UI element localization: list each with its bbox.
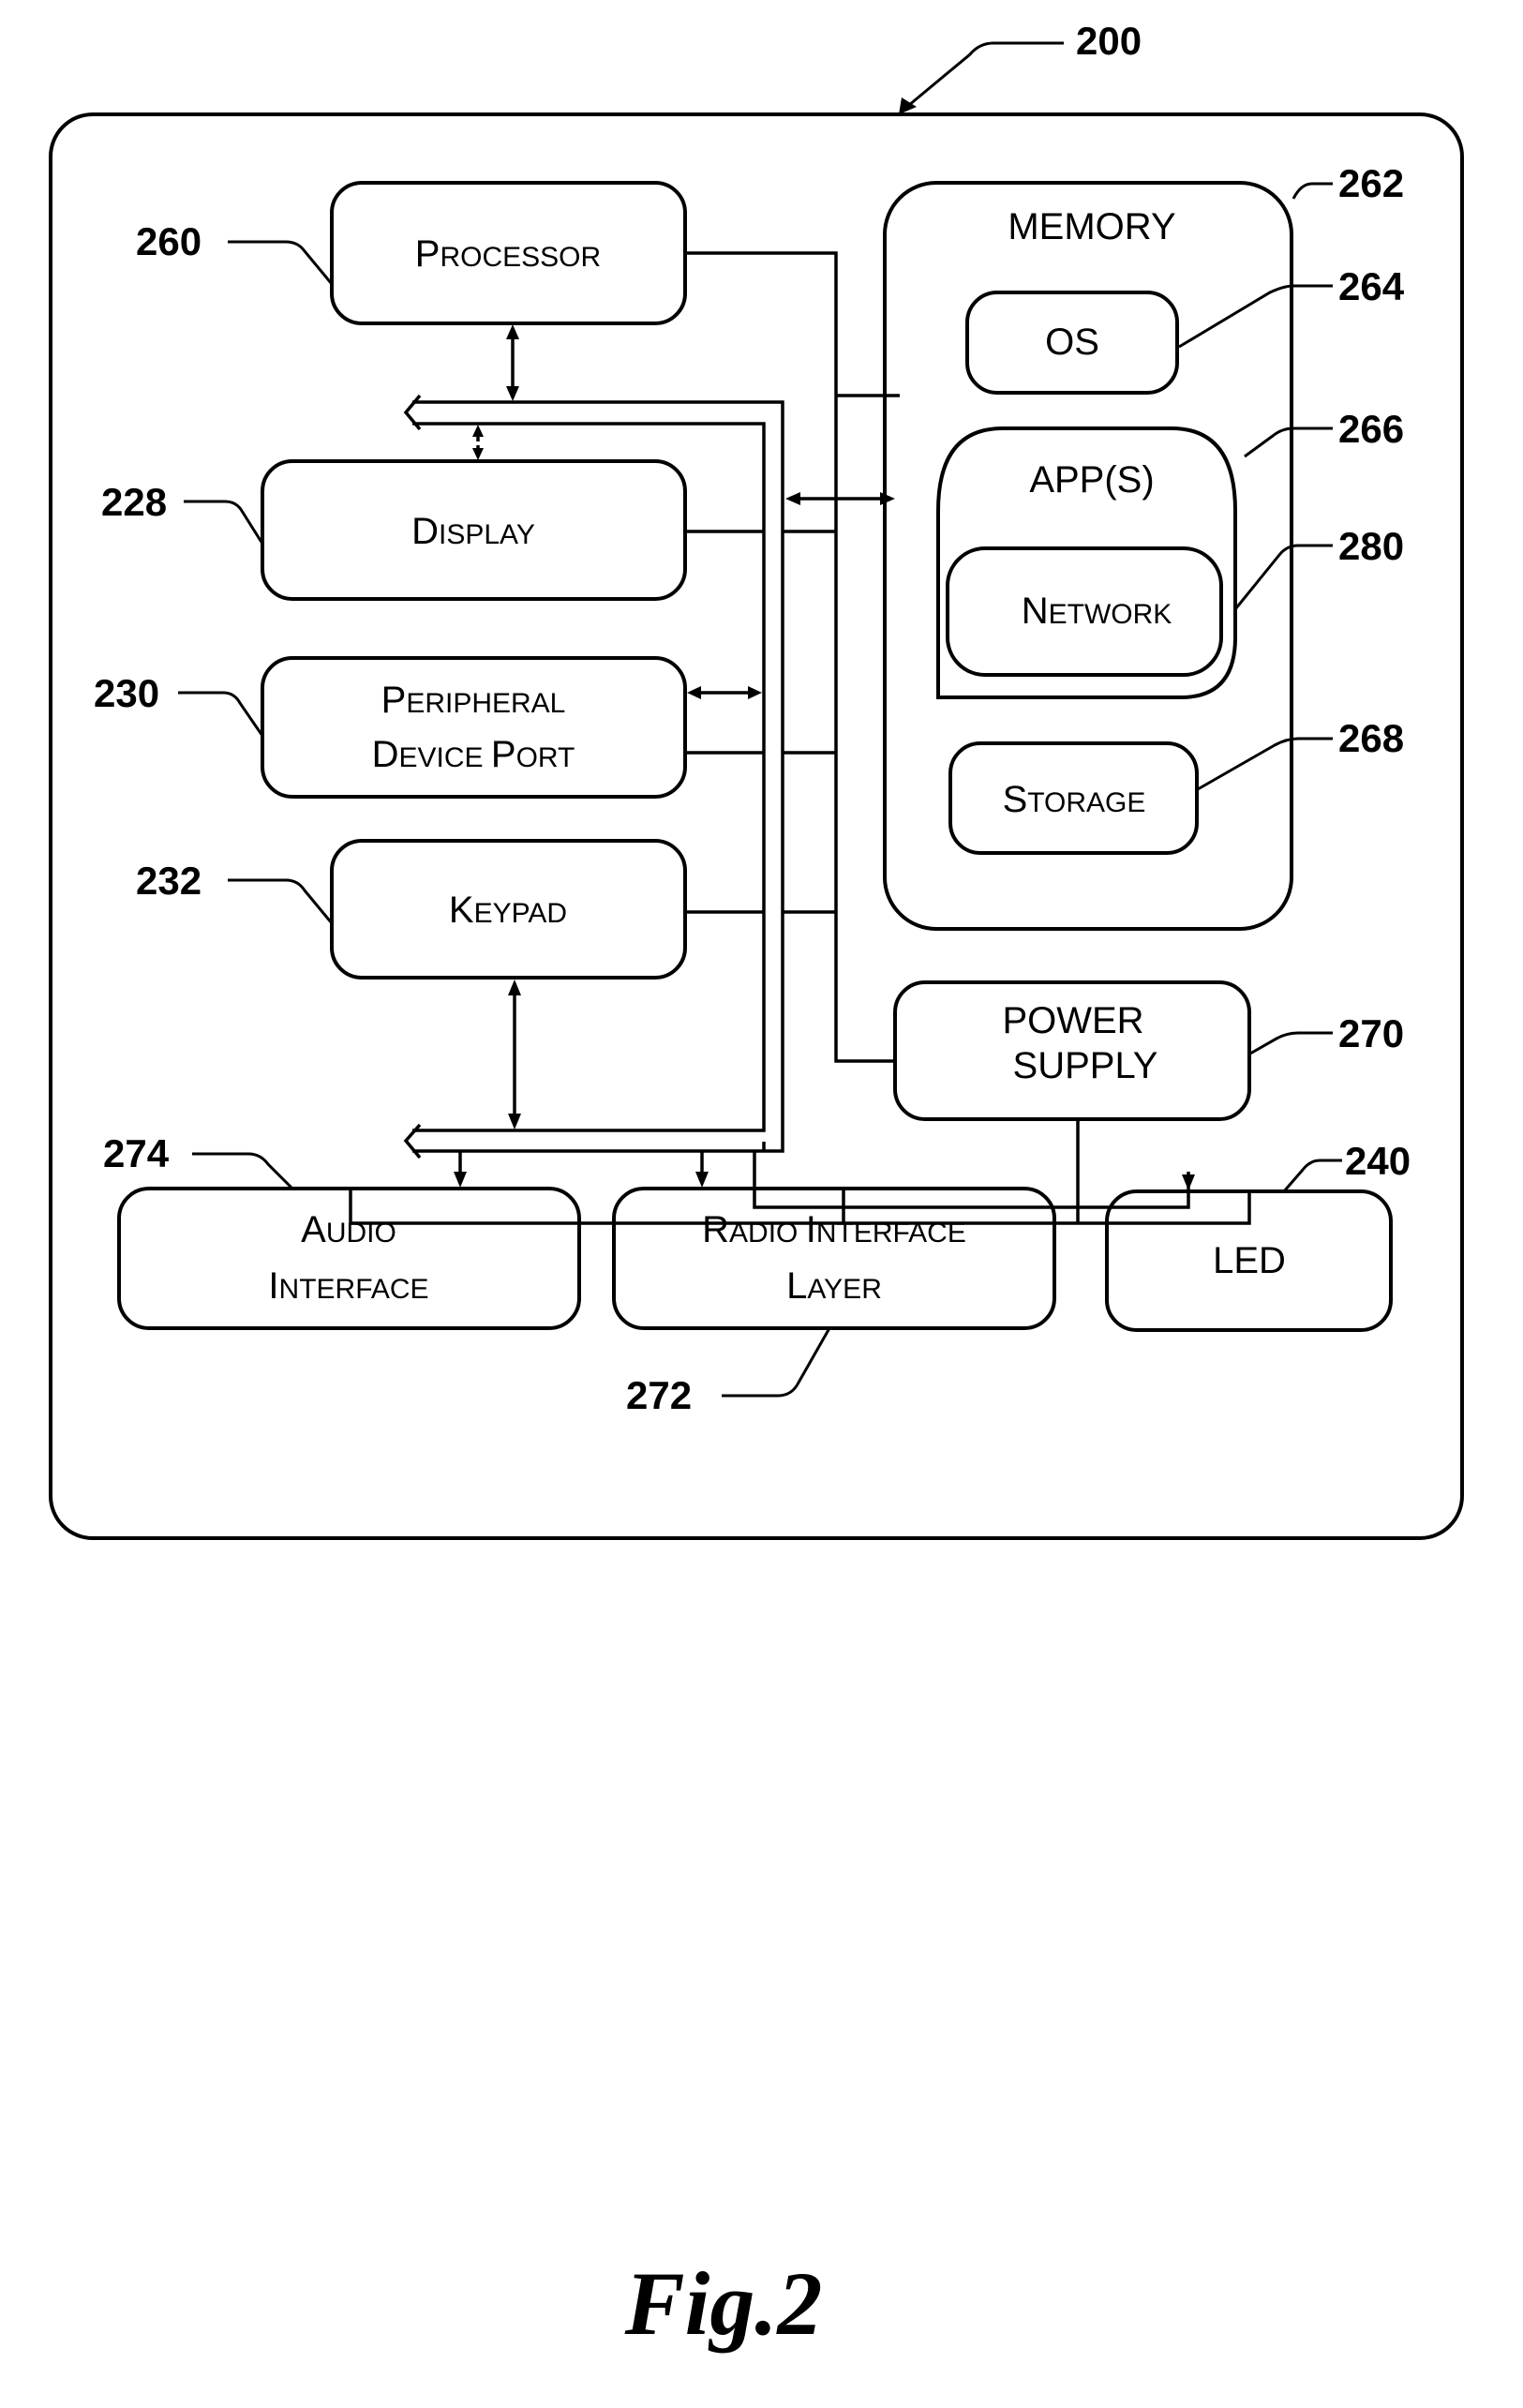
radio-label-line2: LAYER bbox=[786, 1265, 882, 1307]
display-label: DISPLAY bbox=[411, 511, 535, 552]
peripheral-label-line2: DEVICE PORT bbox=[372, 734, 575, 775]
ref-230: 230 bbox=[94, 671, 159, 715]
peripheral-device-port-block: PERIPHERAL DEVICE PORT bbox=[261, 656, 687, 799]
ref-264-leader bbox=[1178, 284, 1333, 349]
display-block: DISPLAY bbox=[261, 459, 687, 601]
ref-228: 228 bbox=[101, 480, 167, 524]
ref-274-leader bbox=[192, 1152, 294, 1190]
os-block: OS bbox=[965, 291, 1179, 395]
peripheral-box bbox=[261, 656, 687, 799]
power-supply-label-line1: POWER bbox=[1002, 1000, 1143, 1041]
ref-200-leader bbox=[908, 41, 1064, 107]
ref-260-leader bbox=[228, 240, 334, 285]
ref-280: 280 bbox=[1338, 524, 1404, 568]
os-label: OS bbox=[1045, 322, 1099, 363]
processor-block: PROCESSOR bbox=[330, 181, 687, 325]
keypad-bus-arrow bbox=[508, 980, 521, 1129]
display-bus-arrow bbox=[472, 425, 484, 460]
keypad-block: KEYPAD bbox=[330, 839, 687, 980]
device-outline bbox=[49, 112, 1464, 1540]
processor-label: PROCESSOR bbox=[415, 233, 601, 275]
radio-interface-layer-block: RADIO INTERFACE LAYER bbox=[612, 1187, 1056, 1330]
ref-264: 264 bbox=[1338, 264, 1405, 308]
ref-262-leader bbox=[1292, 182, 1333, 200]
bus-to-radio-arrow bbox=[695, 1151, 709, 1188]
storage-block: STORAGE bbox=[948, 741, 1199, 855]
block-diagram: 200 PROCESSOR 260 DISPLAY 228 PERIPHERAL… bbox=[49, 19, 1464, 2354]
radio-label-line1: RADIO INTERFACE bbox=[702, 1209, 966, 1250]
bus-to-audio-arrow bbox=[454, 1151, 467, 1188]
ref-268-leader bbox=[1197, 737, 1333, 791]
processor-power-line bbox=[685, 251, 895, 1063]
network-block: NETWORK bbox=[946, 546, 1223, 677]
ref-232-leader bbox=[228, 878, 334, 924]
peripheral-bus-arrow bbox=[687, 686, 762, 699]
network-label: NETWORK bbox=[1022, 591, 1172, 632]
ref-262: 262 bbox=[1338, 161, 1404, 205]
power-supply-block: POWER SUPPLY bbox=[893, 980, 1251, 1121]
ref-272: 272 bbox=[626, 1373, 692, 1417]
apps-label: APP(S) bbox=[1029, 459, 1154, 501]
keypad-label: KEYPAD bbox=[449, 890, 567, 931]
bus-outer-line bbox=[412, 400, 784, 1153]
memory-label: MEMORY bbox=[1008, 206, 1175, 247]
storage-label: STORAGE bbox=[1003, 779, 1146, 820]
figure-caption: Fig.2 bbox=[624, 2253, 823, 2354]
apps-block: APP(S) bbox=[936, 426, 1237, 699]
ref-274: 274 bbox=[103, 1131, 170, 1175]
ref-200: 200 bbox=[1076, 19, 1142, 63]
ref-270: 270 bbox=[1338, 1011, 1404, 1055]
ref-232: 232 bbox=[136, 859, 202, 903]
ref-240-leader bbox=[1282, 1159, 1342, 1192]
audio-label-line1: AUDIO bbox=[301, 1209, 396, 1250]
led-label: LED bbox=[1213, 1240, 1286, 1281]
ref-270-leader bbox=[1249, 1031, 1333, 1055]
bus-to-led-arrow bbox=[1182, 1174, 1195, 1190]
power-supply-label-line2: SUPPLY bbox=[1013, 1045, 1158, 1086]
ref-272-leader bbox=[722, 1327, 831, 1398]
ref-240: 240 bbox=[1345, 1139, 1411, 1183]
audio-label-line2: INTERFACE bbox=[268, 1265, 428, 1307]
ref-230-leader bbox=[178, 691, 264, 737]
data-bus bbox=[403, 394, 784, 1159]
ref-268: 268 bbox=[1338, 716, 1404, 760]
radio-interface-box bbox=[612, 1187, 1056, 1330]
ref-260: 260 bbox=[136, 219, 202, 263]
peripheral-label-line1: PERIPHERAL bbox=[381, 680, 566, 721]
bus-to-led-line bbox=[753, 1142, 1190, 1209]
bus-memory-arrow bbox=[785, 492, 895, 505]
ref-266: 266 bbox=[1338, 407, 1404, 451]
processor-bus-arrow bbox=[506, 324, 519, 401]
ref-266-leader bbox=[1244, 426, 1333, 458]
ref-280-leader bbox=[1233, 544, 1333, 610]
ref-228-leader bbox=[184, 500, 264, 545]
